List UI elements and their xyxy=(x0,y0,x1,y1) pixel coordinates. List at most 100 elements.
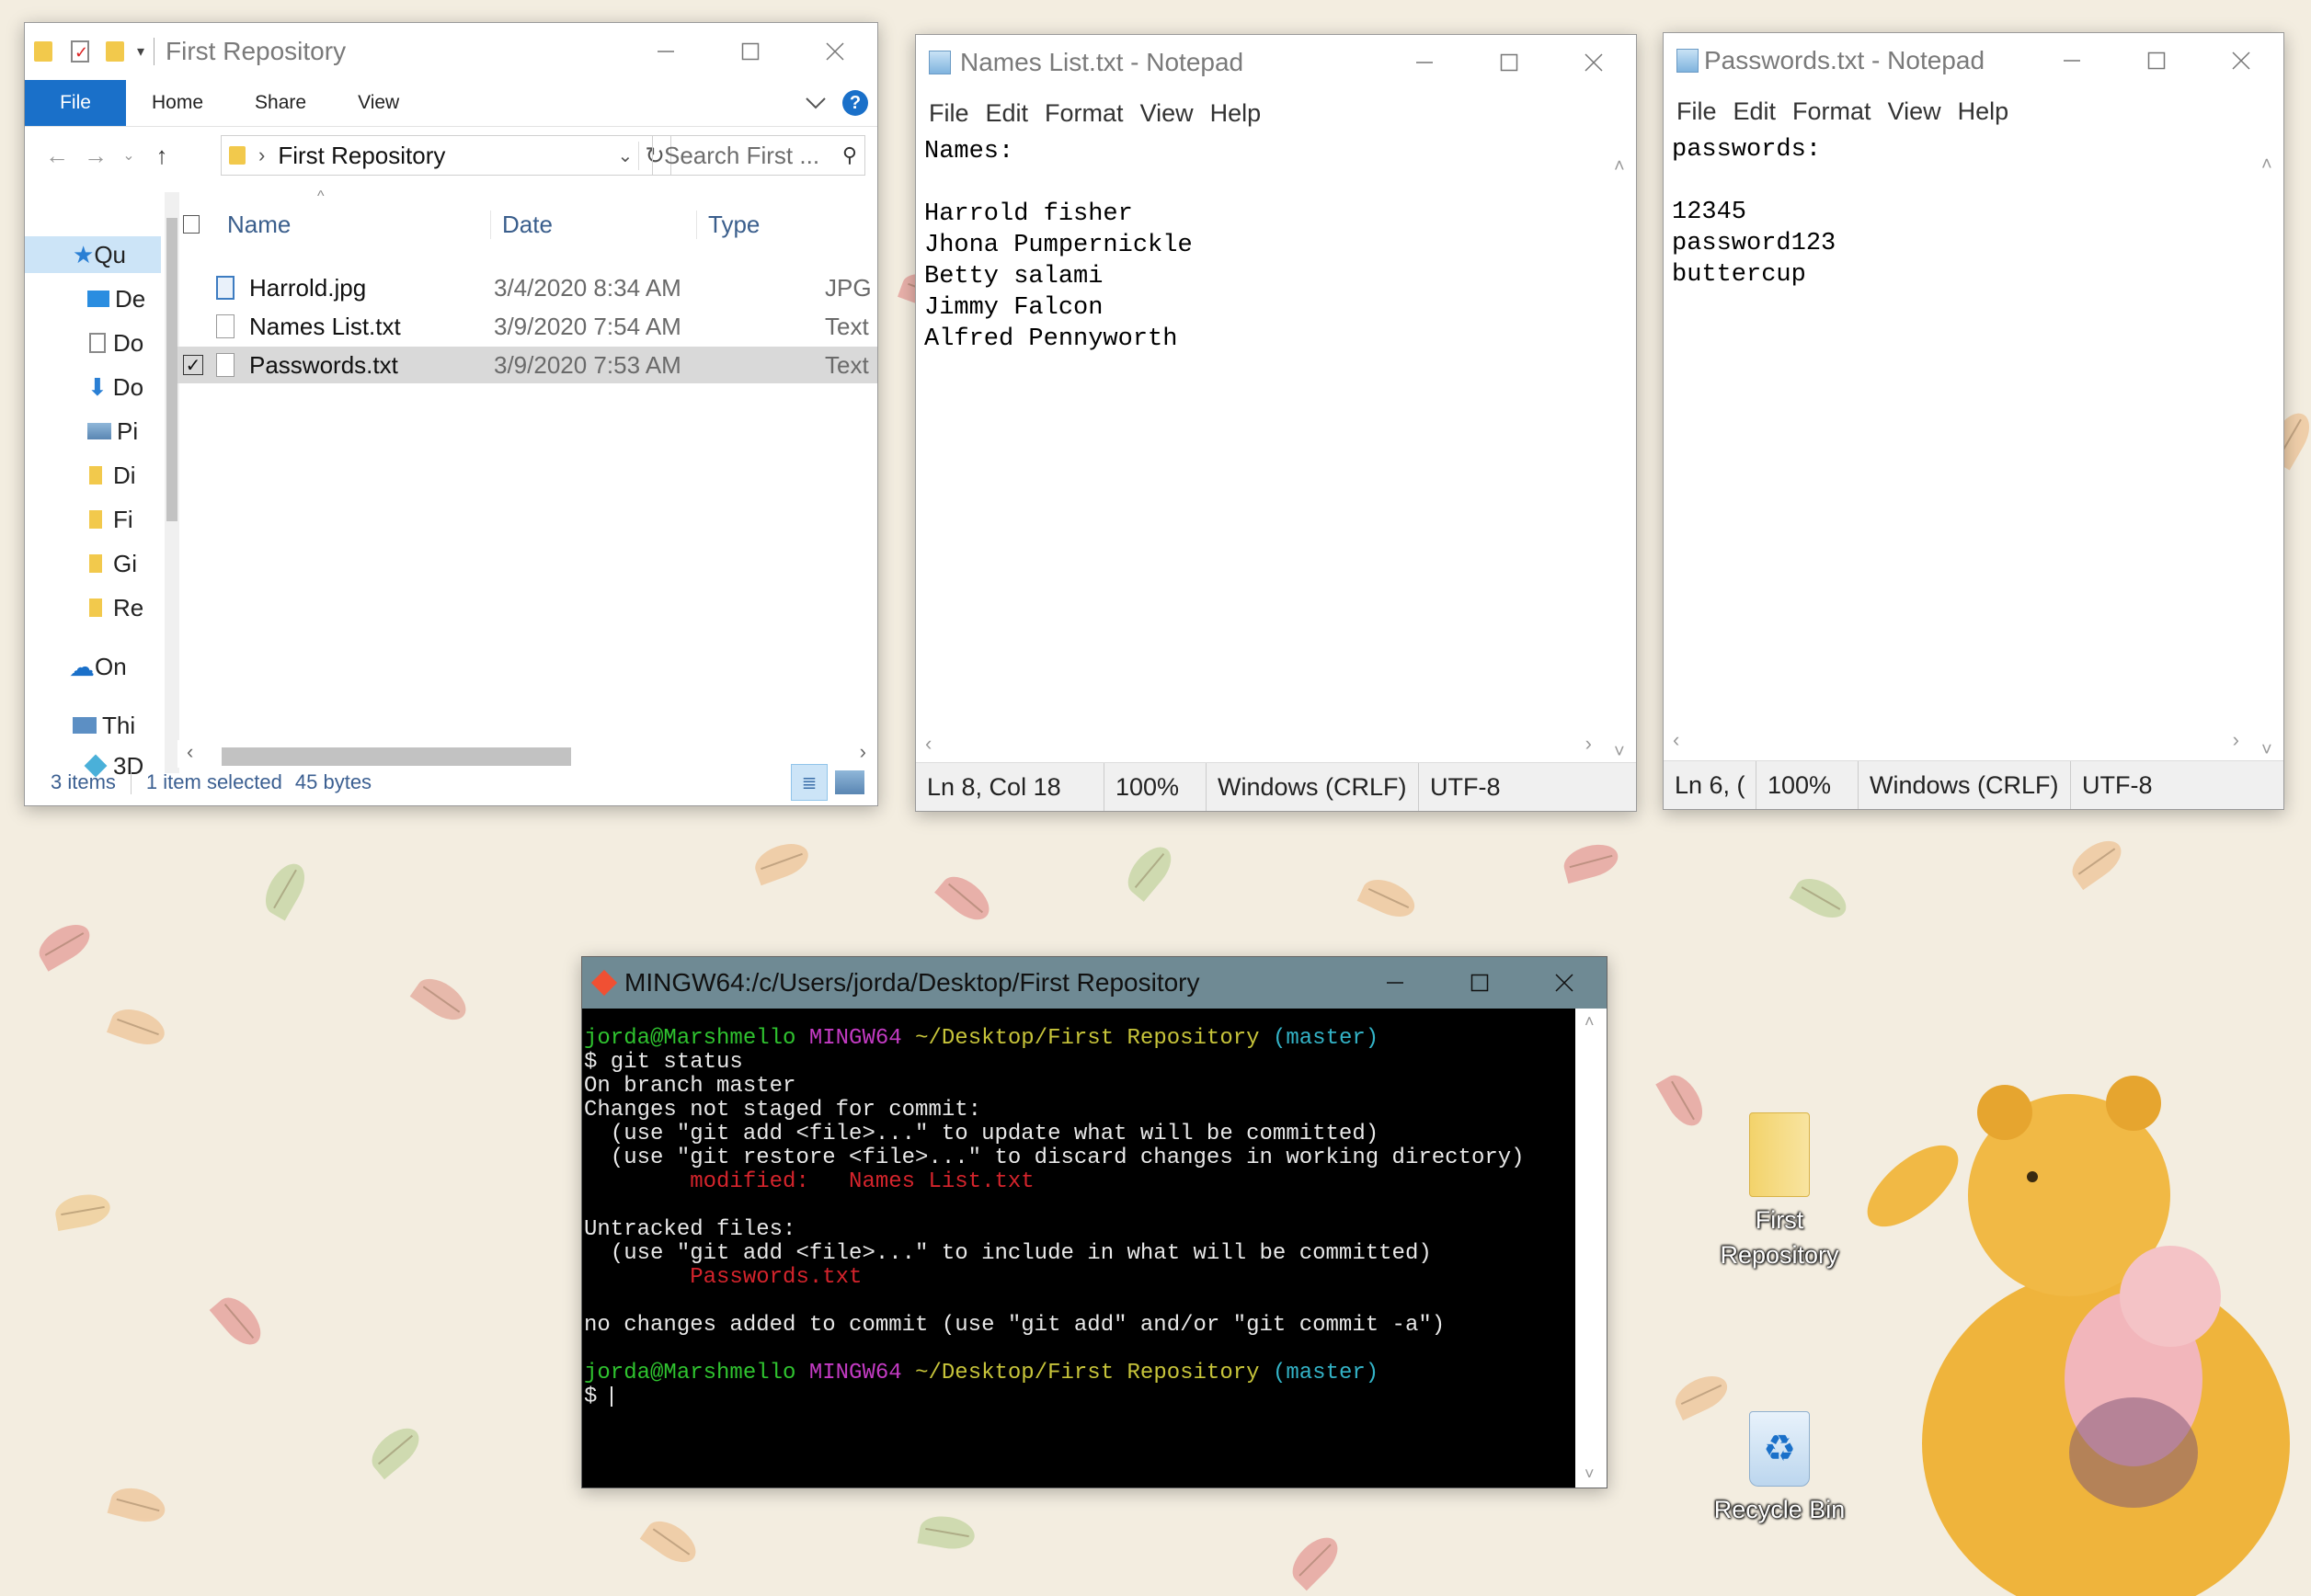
address-dropdown-icon[interactable]: ⌄ xyxy=(617,144,633,167)
sort-ascending-icon: ^ xyxy=(317,188,325,204)
desktop-icon-recycle-bin[interactable]: ♻ Recycle Bin xyxy=(1706,1411,1853,1527)
maximize-button[interactable] xyxy=(1467,35,1551,90)
back-button[interactable]: ← xyxy=(38,142,76,170)
notepad-titlebar[interactable]: Passwords.txt - Notepad xyxy=(1664,33,2283,88)
leaf-decoration xyxy=(364,1419,427,1480)
column-type[interactable]: Type xyxy=(696,210,760,239)
column-name[interactable]: Name xyxy=(227,211,490,239)
large-icons-view-icon[interactable] xyxy=(835,770,864,794)
file-row[interactable]: Names List.txt 3/9/2020 7:54 AM Text xyxy=(177,308,877,345)
help-button[interactable]: ? xyxy=(842,80,877,126)
scroll-down-icon[interactable]: ˅ xyxy=(1585,1465,1595,1484)
nav-item-folder[interactable]: Di xyxy=(25,457,136,494)
arrow-up-icon: ↑ xyxy=(155,141,168,169)
search-placeholder: Search First ... xyxy=(664,141,820,169)
scrollbar-thumb[interactable] xyxy=(166,218,177,521)
properties-icon[interactable]: ✓ xyxy=(71,40,89,63)
file-date: 3/9/2020 7:54 AM xyxy=(494,312,681,340)
minimize-button[interactable] xyxy=(624,23,708,80)
nav-item-pictures[interactable]: Pi xyxy=(25,413,138,450)
menu-help[interactable]: Help xyxy=(1958,97,2009,126)
output-line: Untracked files: xyxy=(584,1217,796,1242)
terminal-output[interactable]: jorda@Marshmello MINGW64 ~/Desktop/First… xyxy=(582,1009,1575,1488)
menu-help[interactable]: Help xyxy=(1210,99,1262,128)
minimize-button[interactable] xyxy=(1382,35,1467,90)
input-line[interactable]: $ xyxy=(584,1385,1573,1409)
forward-button[interactable]: → xyxy=(76,142,115,170)
column-date[interactable]: Date xyxy=(490,210,696,239)
explorer-titlebar[interactable]: ✓ ▾ First Repository xyxy=(25,23,877,80)
scroll-right-icon[interactable]: › xyxy=(2233,728,2239,752)
leaf-decoration xyxy=(1655,1068,1710,1133)
select-all-checkbox[interactable] xyxy=(183,215,200,234)
file-row[interactable]: Harrold.jpg 3/4/2020 8:34 AM JPG xyxy=(177,269,877,306)
item-count: 3 items xyxy=(51,770,116,793)
nav-item-desktop[interactable]: De xyxy=(25,280,145,317)
vertical-scrollbar[interactable]: ˄ ˅ xyxy=(2252,154,2283,761)
vertical-scrollbar[interactable]: ˄ ˅ xyxy=(1605,156,1636,763)
tab-share[interactable]: Share xyxy=(229,80,332,126)
nav-item-folder[interactable]: Re xyxy=(25,589,143,626)
nav-item-this-pc[interactable]: Thi xyxy=(25,707,135,744)
chevron-down-icon: ⌄ xyxy=(122,148,135,164)
close-button[interactable] xyxy=(2199,33,2283,88)
scroll-left-icon[interactable]: ‹ xyxy=(1673,728,1679,752)
scroll-up-icon[interactable]: ˄ xyxy=(1585,1012,1595,1032)
new-folder-icon[interactable] xyxy=(106,41,124,62)
scroll-up-icon[interactable]: ˄ xyxy=(2261,154,2272,176)
menu-view[interactable]: View xyxy=(1888,97,1941,126)
search-icon: ⚲ xyxy=(841,143,857,166)
address-bar[interactable]: › First Repository ⌄ ↻ xyxy=(221,135,671,176)
minimize-button[interactable] xyxy=(2030,33,2114,88)
nav-item-quick-access[interactable]: ★ Qu xyxy=(25,236,161,273)
output-line: Changes not staged for commit: xyxy=(584,1098,982,1123)
leaf-decoration xyxy=(1560,838,1622,884)
recent-locations-button[interactable]: ⌄ xyxy=(115,146,143,165)
minimize-button[interactable] xyxy=(1353,957,1437,1009)
folder-icon xyxy=(1749,1112,1810,1197)
close-button[interactable] xyxy=(1522,957,1607,1009)
expand-ribbon-button[interactable] xyxy=(806,80,842,126)
quick-access-dropdown-icon[interactable]: ▾ xyxy=(137,42,144,61)
scroll-down-icon[interactable]: ˅ xyxy=(2261,740,2272,761)
nav-item-downloads[interactable]: ⬇ Do xyxy=(25,369,143,405)
nav-item-folder[interactable]: Fi xyxy=(25,501,133,538)
desktop-icon-first-repository[interactable]: First Repository xyxy=(1706,1112,1853,1272)
row-checkbox[interactable]: ✓ xyxy=(183,355,203,376)
tab-home[interactable]: Home xyxy=(126,80,229,126)
maximize-button[interactable] xyxy=(1437,957,1522,1009)
scroll-right-icon[interactable]: › xyxy=(1585,732,1592,756)
tab-view[interactable]: View xyxy=(332,80,425,126)
scroll-down-icon[interactable]: ˅ xyxy=(1614,742,1625,763)
search-input[interactable]: Search First ... ⚲ xyxy=(652,135,865,176)
leaf-decoration xyxy=(52,1191,113,1231)
prompt-path: ~/Desktop/First Repository xyxy=(915,1361,1260,1385)
scroll-left-icon[interactable]: ‹ xyxy=(925,732,932,756)
close-button[interactable] xyxy=(793,23,877,80)
nav-item-folder[interactable]: Gi xyxy=(25,545,137,582)
scroll-up-icon[interactable]: ˄ xyxy=(1614,156,1625,177)
tab-file[interactable]: File xyxy=(25,80,126,126)
download-icon: ⬇ xyxy=(87,372,108,401)
maximize-button[interactable] xyxy=(2114,33,2199,88)
file-row[interactable]: ✓ Passwords.txt 3/9/2020 7:53 AM Text xyxy=(177,347,877,383)
desktop-icon-label: Recycle Bin xyxy=(1713,1496,1846,1523)
maximize-button[interactable] xyxy=(708,23,793,80)
breadcrumb[interactable]: First Repository xyxy=(278,142,445,170)
close-button[interactable] xyxy=(1551,35,1636,90)
up-button[interactable]: ↑ xyxy=(143,142,181,170)
nav-item-onedrive[interactable]: ☁ On xyxy=(25,648,127,685)
star-icon: ★ xyxy=(73,240,95,268)
text-editor[interactable]: Names: Harrold fisher Jhona Pumpernickle… xyxy=(916,83,1193,355)
leaf-decoration xyxy=(106,1002,170,1052)
vertical-scrollbar[interactable]: ˄ ˅ xyxy=(1575,1009,1607,1488)
status-bar: 3 items 1 item selected 45 bytes ≣ xyxy=(25,759,877,805)
prompt-path: ~/Desktop/First Repository xyxy=(915,1026,1260,1051)
details-view-icon[interactable]: ≣ xyxy=(791,764,828,801)
leaf-decoration xyxy=(934,868,997,929)
terminal-titlebar[interactable]: MINGW64:/c/Users/jorda/Desktop/First Rep… xyxy=(582,957,1607,1009)
notepad-passwords-window: Passwords.txt - Notepad File Edit Format… xyxy=(1663,32,2284,810)
notepad-titlebar[interactable]: Names List.txt - Notepad xyxy=(916,35,1636,90)
nav-item-documents[interactable]: Do xyxy=(25,325,143,361)
text-editor[interactable]: passwords: 12345 password123 buttercup xyxy=(1664,81,1836,291)
